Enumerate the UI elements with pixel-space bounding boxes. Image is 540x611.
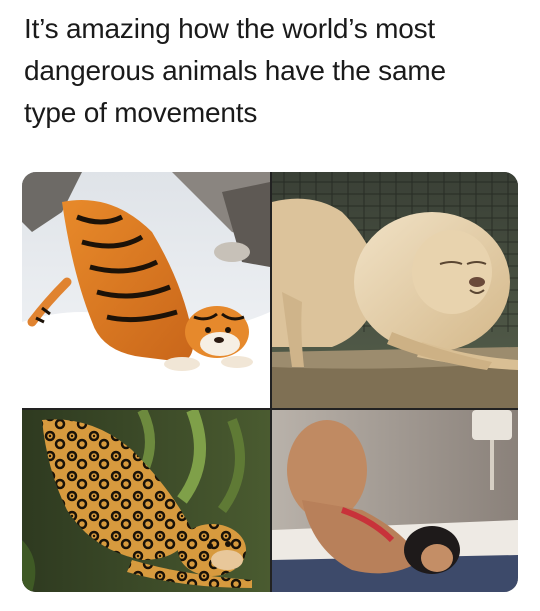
jaguar-panel (22, 410, 270, 592)
tiger-panel (22, 172, 270, 408)
tiger-image (22, 172, 270, 408)
meme-caption: It’s amazing how the world’s most danger… (24, 8, 524, 134)
caption-line-2: dangerous animals have the same (24, 55, 446, 86)
caption-line-1: It’s amazing how the world’s most (24, 13, 435, 44)
image-grid (22, 172, 518, 592)
bedroom-panel (272, 410, 518, 592)
lion-panel (272, 172, 518, 408)
lion-image (272, 172, 518, 408)
bedroom-image (272, 410, 518, 592)
caption-line-3: type of movements (24, 97, 258, 128)
jaguar-image (22, 410, 270, 592)
